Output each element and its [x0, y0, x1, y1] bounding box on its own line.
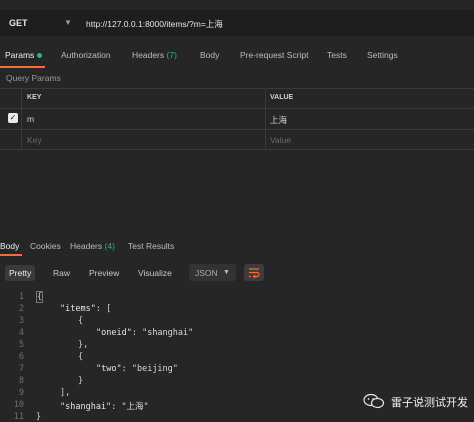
table-border-top	[0, 88, 474, 89]
wrap-lines-button[interactable]	[244, 264, 264, 281]
preview-button[interactable]: Preview	[85, 265, 123, 281]
tab-response-headers[interactable]: Headers (4)	[70, 241, 115, 251]
code-line: ],	[60, 388, 71, 398]
param-checkbox[interactable]: ✓	[8, 113, 18, 123]
tab-response-body[interactable]: Body	[0, 241, 19, 251]
code-line: {	[78, 316, 84, 326]
format-select-label: JSON	[195, 268, 218, 278]
chevron-down-icon: ▼	[64, 18, 72, 27]
tab-headers-label: Headers	[132, 50, 165, 60]
json-key: "two"	[96, 364, 122, 374]
params-indicator-icon	[37, 53, 43, 59]
headers-count: (7)	[166, 50, 177, 60]
code-line: {	[78, 352, 84, 362]
line-number: 3	[18, 316, 24, 326]
wechat-icon	[363, 393, 385, 409]
col-key-header: KEY	[27, 94, 42, 101]
format-select[interactable]: JSON ▼	[189, 264, 236, 281]
table-col-divider	[265, 88, 266, 150]
table-col-divider	[21, 88, 22, 150]
pretty-button[interactable]: Pretty	[5, 265, 36, 281]
line-number: 10	[13, 400, 24, 410]
format-bar: Pretty Raw Preview Visualize JSON ▼	[0, 262, 474, 284]
json-key: "shanghai"	[60, 402, 112, 412]
line-number: 5	[18, 340, 24, 350]
raw-button[interactable]: Raw	[49, 265, 74, 281]
line-number: 7	[18, 364, 24, 374]
code-line: },	[78, 340, 89, 350]
line-number: 1	[18, 292, 24, 302]
code-line: "two": "beijing"	[96, 364, 178, 374]
tab-params[interactable]: Params	[5, 50, 43, 60]
params-table: KEY VALUE ✓ m 上海 Key Value	[0, 88, 474, 150]
query-params-title: Query Params	[6, 73, 61, 83]
active-tab-indicator	[0, 66, 45, 68]
table-row-divider	[0, 108, 474, 109]
param-key[interactable]: m	[27, 114, 34, 124]
method-select[interactable]: GET ▼	[0, 10, 78, 36]
table-row-divider	[0, 129, 474, 130]
request-tabs: Params Authorization Headers (7) Body Pr…	[0, 40, 474, 70]
code-line: }	[78, 376, 84, 386]
tab-body[interactable]: Body	[200, 50, 219, 60]
new-value-input[interactable]: Value	[270, 135, 291, 145]
json-value: "shanghai"	[142, 328, 194, 338]
watermark-text: 雷子说测试开发	[391, 397, 468, 409]
wrap-icon	[249, 268, 260, 279]
new-key-input[interactable]: Key	[27, 135, 42, 145]
json-value: "上海"	[121, 402, 149, 412]
code-line: "items": [	[60, 304, 112, 314]
tab-cookies[interactable]: Cookies	[30, 241, 61, 251]
tab-params-label: Params	[5, 50, 35, 60]
code-line: "shanghai": "上海"	[60, 402, 149, 412]
tab-pre-request-script[interactable]: Pre-request Script	[240, 50, 309, 60]
json-key: "oneid"	[96, 328, 132, 338]
col-value-header: VALUE	[270, 94, 294, 101]
tab-headers[interactable]: Headers (7)	[132, 50, 177, 60]
line-number: 4	[18, 328, 24, 338]
watermark: 雷子说测试开发	[363, 393, 468, 410]
param-value[interactable]: 上海	[270, 114, 287, 126]
tab-settings[interactable]: Settings	[367, 50, 398, 60]
json-value: "beijing"	[131, 364, 178, 374]
line-number: 2	[18, 304, 24, 314]
chevron-down-icon: ▼	[223, 269, 230, 276]
tab-response-headers-label: Headers	[70, 241, 103, 251]
table-border-bottom	[0, 149, 474, 150]
line-number: 6	[18, 352, 24, 362]
line-number: 9	[18, 388, 24, 398]
tab-tests[interactable]: Tests	[327, 50, 347, 60]
url-input[interactable]: http://127.0.0.1:8000/items/?m=上海	[86, 18, 223, 30]
tab-authorization[interactable]: Authorization	[61, 50, 111, 60]
response-headers-count: (4)	[104, 241, 115, 251]
request-bar: GET ▼ http://127.0.0.1:8000/items/?m=上海	[0, 10, 474, 36]
json-key: "items"	[60, 304, 96, 314]
active-response-tab-indicator	[0, 254, 22, 256]
code-line: "oneid": "shanghai"	[96, 328, 194, 338]
line-number: 8	[18, 376, 24, 386]
code-line: {	[36, 291, 44, 303]
response-tabs: Body Cookies Headers (4) Test Results	[0, 236, 474, 258]
tab-test-results[interactable]: Test Results	[128, 241, 174, 251]
visualize-button[interactable]: Visualize	[134, 265, 176, 281]
method-label: GET	[9, 18, 28, 28]
